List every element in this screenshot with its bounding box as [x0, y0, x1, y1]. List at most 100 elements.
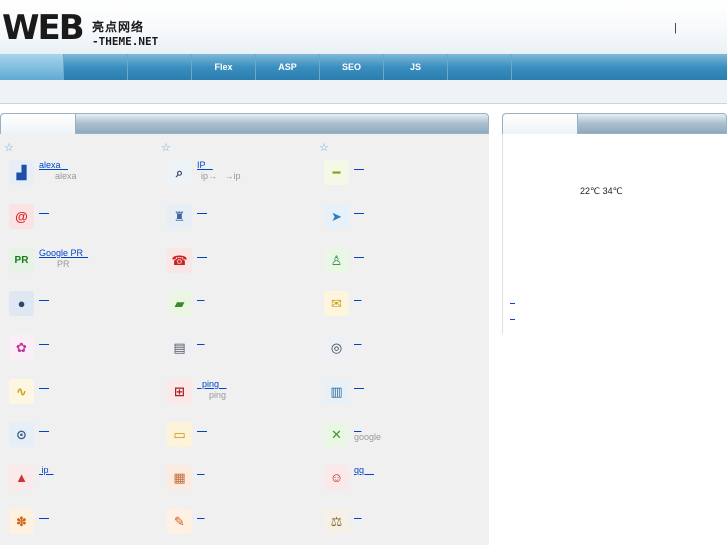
party-hats-icon[interactable]: ▲	[9, 465, 34, 490]
paint-bottle-icon[interactable]: ♜	[167, 204, 192, 229]
tool-item[interactable]: ☺ qq	[324, 465, 474, 495]
tool-item[interactable]: ●	[9, 291, 159, 321]
nav-tab-3[interactable]	[128, 54, 192, 80]
truck-icon[interactable]: ▰	[167, 291, 192, 316]
qq-icon[interactable]: ☺	[324, 465, 349, 490]
tool-item[interactable]: ▦	[167, 465, 317, 495]
bar-chart-icon[interactable]: ▟	[9, 160, 34, 185]
tool-item[interactable]: ✎	[167, 509, 317, 539]
tool-item[interactable]: ▲ ip	[9, 465, 159, 495]
tool-item[interactable]: ✿	[9, 335, 159, 365]
tool-link[interactable]	[354, 291, 362, 301]
tool-link[interactable]: IP	[197, 160, 213, 170]
tool-link[interactable]	[197, 291, 205, 301]
tool-link[interactable]	[354, 422, 362, 432]
main-panel-tab[interactable]	[1, 114, 76, 134]
snail-icon[interactable]: @	[9, 204, 34, 229]
bouquet-icon[interactable]: ✽	[9, 509, 34, 534]
ribbon-icon[interactable]: ∿	[9, 379, 34, 404]
telephone-icon[interactable]: ☎	[167, 248, 192, 273]
scales-icon[interactable]: ⚖	[324, 509, 349, 534]
page-header: WEB 亮点网络 -THEME.NET |	[0, 0, 727, 54]
tool-link[interactable]	[354, 379, 364, 389]
user-icon[interactable]: ♙	[324, 248, 349, 273]
tool-item[interactable]: ♙	[324, 248, 474, 278]
tool-link[interactable]: Google PR	[39, 248, 88, 258]
tool-link[interactable]	[197, 509, 205, 519]
tool-link[interactable]	[39, 335, 49, 345]
tool-link[interactable]: ip	[39, 465, 54, 475]
nav-tab-flex[interactable]: Flex	[192, 54, 256, 80]
pagerank-icon[interactable]: PR	[9, 248, 34, 273]
tool-link[interactable]	[354, 335, 362, 345]
tool-link[interactable]	[197, 465, 205, 475]
balloons-icon[interactable]: ✿	[9, 335, 34, 360]
airplane-icon[interactable]: ➤	[324, 204, 349, 229]
tool-item[interactable]: @	[9, 204, 159, 234]
nav-tab-home[interactable]	[0, 54, 64, 80]
tool-item[interactable]: ◎	[324, 335, 474, 365]
ruler-car-icon[interactable]: ━	[324, 160, 349, 185]
tool-item[interactable]: ▤	[167, 335, 317, 365]
padlock-icon[interactable]: ⊙	[9, 422, 34, 447]
tool-link[interactable]	[354, 160, 364, 170]
compass-icon[interactable]: ◎	[324, 335, 349, 360]
tool-link[interactable]: ping	[197, 379, 227, 389]
side-panel-body	[502, 134, 727, 334]
tool-link[interactable]	[197, 335, 205, 345]
tool-link[interactable]	[39, 422, 49, 432]
tool-link[interactable]	[39, 204, 49, 214]
envelope-icon[interactable]: ✉	[324, 291, 349, 316]
tool-description: PR	[57, 259, 70, 269]
tool-link[interactable]	[197, 204, 207, 214]
side-panel-tab[interactable]	[503, 114, 578, 134]
tool-item[interactable]: ⊙	[9, 422, 159, 452]
tool-link[interactable]: alexa	[39, 160, 68, 170]
color-books-icon[interactable]: ▥	[324, 379, 349, 404]
tool-item[interactable]: ⚖	[324, 509, 474, 539]
books-icon[interactable]: ✎	[167, 509, 192, 534]
printer-icon[interactable]: ▤	[167, 335, 192, 360]
nav-tab-seo[interactable]: SEO	[320, 54, 384, 80]
tool-item[interactable]: ▟ alexa alexa	[9, 160, 159, 190]
nav-tab-asp[interactable]: ASP	[256, 54, 320, 80]
tool-item[interactable]: ∿	[9, 379, 159, 409]
side-link[interactable]	[510, 310, 515, 320]
tool-item[interactable]: ♜	[167, 204, 317, 234]
tool-link[interactable]	[39, 509, 49, 519]
star-icon: ☆	[4, 142, 14, 154]
tool-item[interactable]: ➤	[324, 204, 474, 234]
network-icon[interactable]: ⊞	[167, 379, 192, 404]
tool-link[interactable]	[354, 204, 364, 214]
tool-item[interactable]: ⊞ ping ping	[167, 379, 317, 409]
satellite-icon[interactable]: ✕	[324, 422, 349, 447]
tool-item[interactable]: ▭	[167, 422, 317, 452]
coins-icon[interactable]: ▭	[167, 422, 192, 447]
nav-tab-js[interactable]: JS	[384, 54, 448, 80]
tool-item[interactable]: ▰	[167, 291, 317, 321]
tool-item[interactable]: ✕ google	[324, 422, 474, 452]
logo-chinese-text: 亮点网络	[92, 20, 145, 34]
tool-link[interactable]: qq	[354, 465, 374, 475]
tool-description: ping	[209, 390, 227, 400]
com-domain-icon[interactable]: ●	[9, 291, 34, 316]
tool-link[interactable]	[354, 509, 362, 519]
tool-item[interactable]: ✽	[9, 509, 159, 539]
tool-item[interactable]: ⌕ IP ip→ →ip	[167, 160, 317, 190]
tool-link[interactable]	[39, 291, 49, 301]
tool-item[interactable]: ▥	[324, 379, 474, 409]
tool-link[interactable]	[197, 422, 207, 432]
boxes-icon[interactable]: ▦	[167, 465, 192, 490]
tool-link[interactable]	[197, 248, 207, 258]
site-logo[interactable]: WEB 亮点网络 -THEME.NET	[2, 8, 167, 48]
nav-tab-8[interactable]	[448, 54, 512, 80]
magnifier-icon[interactable]: ⌕	[167, 160, 192, 185]
tool-item[interactable]: ✉	[324, 291, 474, 321]
tool-link[interactable]	[354, 248, 364, 258]
tool-item[interactable]: ━	[324, 160, 474, 190]
nav-tab-2[interactable]	[64, 54, 128, 80]
tool-link[interactable]	[39, 379, 49, 389]
side-link[interactable]	[510, 294, 515, 304]
tool-item[interactable]: ☎	[167, 248, 317, 278]
tool-item[interactable]: PR Google PR PR	[9, 248, 159, 278]
